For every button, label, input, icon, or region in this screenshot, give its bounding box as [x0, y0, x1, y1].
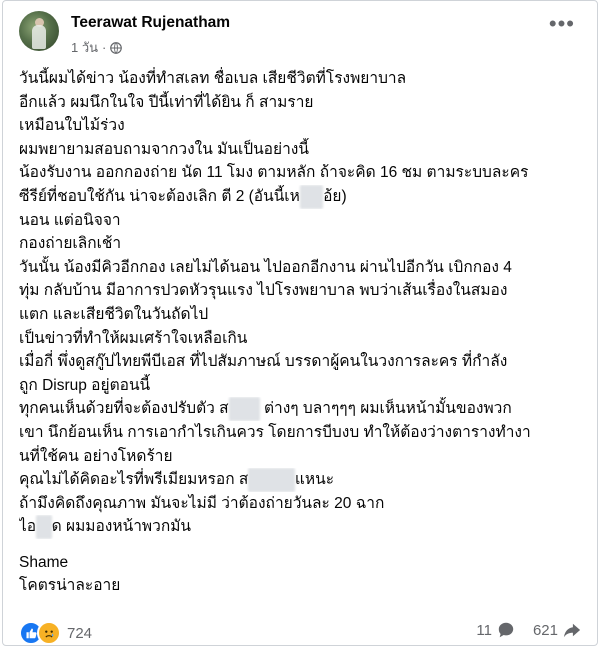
globe-icon[interactable] — [110, 41, 123, 54]
post-line: Shame — [19, 553, 69, 571]
post-line: เขา นึกย้อนเห็น การเอากำไรเกินควร โดยการ… — [19, 423, 531, 441]
post-line: คุณไม่ได้คิดอะไรที่พรีเมียมหรอก สxxxxxxแ… — [19, 468, 589, 492]
post-line-text: ไอ — [19, 518, 37, 536]
share-count: 621 — [532, 621, 558, 639]
post-line-text: แหนะ — [294, 471, 335, 489]
post-line-text: ด ผมมองหน้าพวกมัน — [51, 518, 192, 536]
post-time[interactable]: 1 วัน — [71, 37, 98, 58]
redacted-text: xxxx — [228, 397, 260, 421]
post-line: นอน แต่อนิจจา — [19, 211, 121, 229]
redacted-text: xxx — [299, 184, 324, 209]
post-line: ทุกคนเห็นด้วยที่จะต้องปรับตัว สxxxx ต่าง… — [19, 397, 589, 421]
post-line: ทุ่ม กลับบ้าน มีอาการปวดหัวรุนแรง ไปโรงพ… — [19, 282, 508, 300]
avatar[interactable] — [19, 11, 59, 51]
post-line: เมื่อกี่ พึ่งดูสกู๊ปไทยพีบีเอส ที่ไปสัมภ… — [19, 353, 508, 371]
reactions-summary[interactable]: 724 — [19, 621, 92, 645]
comment-count: 11 — [476, 621, 492, 639]
post-line-text: คุณไม่ได้คิดอะไรที่พรีเมียมหรอก ส — [19, 471, 249, 489]
post-line-text: อ้ย) — [323, 187, 347, 205]
redacted-text: xxxxxx — [248, 468, 295, 492]
post-card: Teerawat Rujenatham 1 วัน · ••• วันนี้ผม… — [2, 0, 598, 646]
post-line: อีกแล้ว ผมนึกในใจ ปีนี้เท่าที่ได้ยิน ก็ … — [19, 93, 314, 111]
post-line: เป็นข่าวที่ทำให้ผมเศร้าใจเหลือเกิน — [19, 329, 248, 347]
post-line: น้องรับงาน ออกกองถ่าย นัด 11 โมง ตามหลัก… — [19, 164, 529, 182]
comment-count-group[interactable]: 11 — [476, 621, 515, 639]
post-line-text: ทุกคนเห็นด้วยที่จะต้องปรับตัว ส — [19, 400, 229, 418]
sad-reaction-icon — [37, 621, 61, 645]
comment-icon — [498, 622, 514, 638]
post-line: ไอxxด ผมมองหน้าพวกมัน — [19, 515, 589, 539]
post-line: โคตรน่าละอาย — [19, 577, 121, 595]
post-line: ถูก Disrup อยู่ตอนนี้ — [19, 376, 151, 394]
share-icon — [563, 623, 581, 638]
post-line: กองถ่ายเลิกเช้า — [19, 235, 122, 253]
post-line-text: ต่างๆ บลาๆๆๆ ผมเห็นหน้ามั้นของพวก — [263, 400, 512, 418]
share-count-group[interactable]: 621 — [533, 621, 581, 639]
post-line: แตก และเสียชีวิตในวันถัดไป — [19, 305, 209, 323]
post-line: นที่ใช้คน อย่างโหดร้าย — [19, 447, 173, 465]
reaction-count: 724 — [67, 624, 93, 642]
post-line: เหมือนใบไม้ร่วง — [19, 117, 125, 135]
meta-separator: · — [102, 40, 107, 55]
post-meta: 1 วัน · — [71, 37, 123, 58]
redacted-text: xx — [36, 515, 52, 539]
author-name[interactable]: Teerawat Rujenatham — [71, 14, 230, 32]
post-line-text: ซีรีย์ที่ชอบใช้กัน น่าจะต้องเลิก ตี 2 (อ… — [19, 187, 300, 205]
post-line: ถ้ามึงคิดถึงคุณภาพ มันจะไม่มี ว่าต้องถ่า… — [19, 494, 385, 512]
post-line: ผมพยายามสอบถามจากวงใน มันเป็นอย่างนี้ — [19, 140, 309, 158]
post-line: วันนี้ผมได้ข่าว น้องที่ทำสเลท ชื่อเบล เส… — [19, 70, 407, 87]
engagement-counts: 11 621 — [476, 621, 581, 639]
post-line: ซีรีย์ที่ชอบใช้กัน น่าจะต้องเลิก ตี 2 (อ… — [19, 184, 589, 209]
more-options-icon[interactable]: ••• — [549, 13, 575, 35]
post-line: วันนั้น น้องมีคิวอีกกอง เลยไม่ได้นอน ไปอ… — [19, 258, 512, 276]
post-body: วันนี้ผมได้ข่าว น้องที่ทำสเลท ชื่อเบล เส… — [19, 67, 589, 598]
avatar-figure — [32, 25, 46, 49]
